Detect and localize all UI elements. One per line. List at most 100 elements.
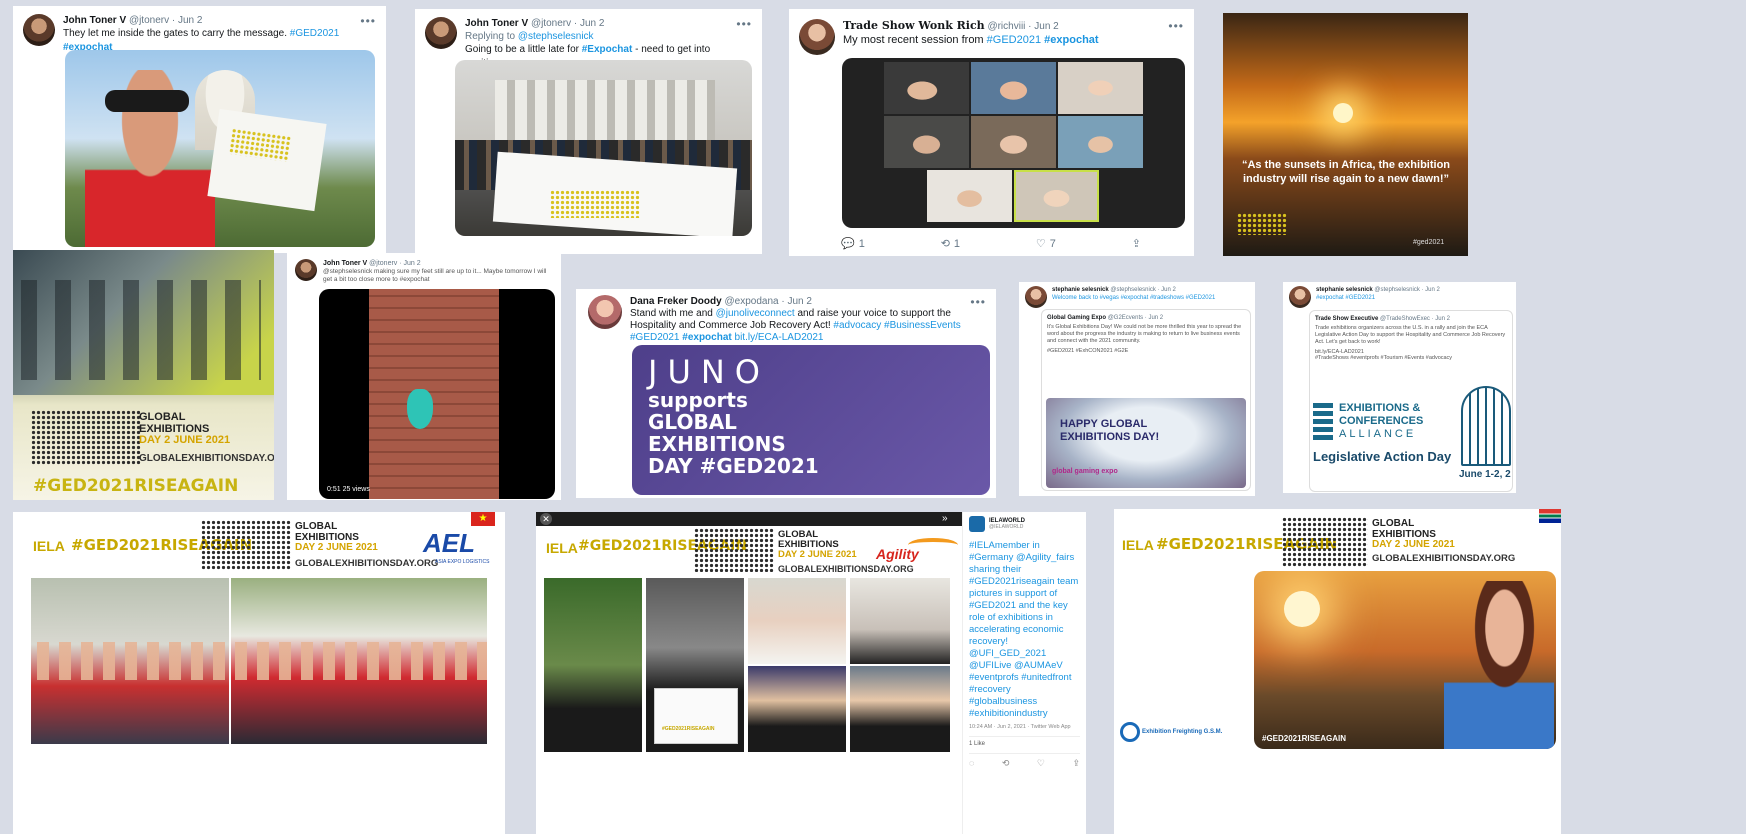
woman-silhouette bbox=[1444, 581, 1554, 749]
replying-to: Replying to @stephselesnick bbox=[465, 31, 594, 42]
like-icon[interactable]: ♡ bbox=[1037, 758, 1045, 769]
tweet-card-zoom-session[interactable]: Trade Show Wonk Rich @richviii · Jun 2 M… bbox=[789, 9, 1194, 256]
author-handle[interactable]: @jtonerv bbox=[369, 260, 397, 267]
team-photo bbox=[544, 578, 642, 752]
retweet-button[interactable]: ⟲ 1 bbox=[941, 237, 960, 251]
iela-logo: IELA bbox=[33, 538, 65, 554]
mention-link[interactable]: @stephselesnick bbox=[518, 31, 594, 42]
hashtag-link[interactable]: #advocacy #BusinessEvents bbox=[833, 320, 960, 331]
tweet-text: #IELAmember in #Germany @Agility_fairs s… bbox=[969, 540, 1079, 719]
share-icon[interactable]: ⇪ bbox=[1072, 758, 1080, 769]
video-tile-active bbox=[1014, 170, 1099, 222]
quoted-tags: #TradeShows #eventprofs #Tourism #Events… bbox=[1315, 355, 1453, 361]
quoted-author[interactable]: Global Gaming Expo bbox=[1047, 315, 1106, 321]
capitol-icon bbox=[1461, 386, 1511, 466]
tweet-video[interactable]: 0:51 25 views bbox=[319, 289, 555, 499]
reply-icon[interactable]: ◌ bbox=[969, 758, 974, 769]
tweet-card-supreme-court[interactable]: John Toner V @jtonerv · Jun 2 Replying t… bbox=[415, 9, 762, 254]
avatar[interactable] bbox=[425, 17, 457, 49]
tweet-link[interactable]: bit.ly/ECA-LAD2021 bbox=[735, 332, 824, 343]
more-options-icon[interactable]: ••• bbox=[736, 17, 752, 31]
ael-logo-sub: ASIA EXPO LOGISTICS bbox=[435, 559, 490, 565]
like-button[interactable]: ♡ 7 bbox=[1036, 237, 1056, 251]
tweet-card-g2e[interactable]: stephanie selesnick @stephselesnick · Ju… bbox=[1019, 282, 1255, 496]
photo-hashtag: #GED2021RISEAGAIN bbox=[1262, 734, 1347, 743]
avatar[interactable] bbox=[799, 19, 835, 55]
agility-germany-card[interactable]: ✕ » IELA #GED2021RISEAGAIN GLOBAL EXHIBI… bbox=[536, 512, 1086, 834]
mention-link[interactable]: @junoliveconnect bbox=[716, 308, 795, 319]
hashtag-link[interactable]: #expochat bbox=[682, 332, 731, 343]
author-name[interactable]: stephanie selesnick bbox=[1316, 287, 1373, 293]
close-icon[interactable]: ✕ bbox=[540, 513, 552, 525]
iela-avatar[interactable] bbox=[969, 516, 985, 532]
more-options-icon[interactable]: ••• bbox=[970, 295, 986, 309]
video-tile bbox=[971, 62, 1056, 114]
tweet-card-video[interactable]: John Toner V @jtonerv · Jun 2 @stephsele… bbox=[287, 253, 561, 500]
ged-paper bbox=[207, 108, 327, 212]
iela-tweet-panel[interactable]: IELAWORLD @IELAWORLD #IELAmember in #Ger… bbox=[962, 512, 1086, 834]
quoted-author[interactable]: Trade Show Executive bbox=[1315, 316, 1378, 322]
share-icon[interactable]: ⇪ bbox=[1132, 237, 1141, 250]
author-handle[interactable]: @jtonerv bbox=[129, 15, 169, 26]
retweet-icon[interactable]: ⟲ bbox=[1002, 758, 1010, 769]
ged-sign bbox=[654, 688, 738, 744]
author-handle[interactable]: @expodana bbox=[724, 296, 778, 307]
tweet-card-juno[interactable]: Dana Freker Doody @expodana · Jun 2 Stan… bbox=[576, 289, 996, 498]
reply-button[interactable]: 💬 1 bbox=[841, 237, 865, 251]
more-options-icon[interactable]: ••• bbox=[360, 14, 376, 28]
team-photo bbox=[850, 666, 950, 752]
event-title: Legislative Action Day bbox=[1313, 449, 1452, 464]
iela-logo: IELA bbox=[1122, 537, 1154, 553]
hashtag-link[interactable]: #GED2021 bbox=[290, 28, 339, 39]
zoom-screenshot[interactable] bbox=[842, 58, 1185, 228]
tweet-photo[interactable] bbox=[65, 50, 375, 247]
author-name[interactable]: Dana Freker Doody bbox=[630, 296, 722, 307]
author-handle[interactable]: @richviii bbox=[987, 21, 1025, 32]
ged-world-map bbox=[694, 528, 774, 572]
sun bbox=[1333, 103, 1353, 123]
eca-logo-text: EXHIBITIONS & CONFERENCES ALLIANCE bbox=[1339, 402, 1424, 440]
hashtag-link[interactable]: #GED2021 bbox=[987, 34, 1041, 46]
quoted-text: Trade exhibitions organizers across the … bbox=[1315, 325, 1506, 345]
ged-url: GLOBALEXHIBITIONSDAY.ORG bbox=[139, 453, 274, 464]
author-name[interactable]: John Toner V bbox=[323, 260, 367, 267]
tweet-text: Welcome back to #vegas #expochat #trades… bbox=[1052, 295, 1216, 301]
quoted-tweet[interactable]: Global Gaming Expo @G2Ecvents · Jun 2 It… bbox=[1041, 309, 1251, 491]
ged-world-map bbox=[201, 520, 291, 570]
tweet-card-capitol[interactable]: John Toner V @jtonerv · Jun 2 They let m… bbox=[13, 6, 386, 253]
tweet-photo[interactable] bbox=[455, 60, 752, 236]
tweet-text: Stand with me and @junoliveconnect and r… bbox=[630, 308, 961, 343]
avatar[interactable] bbox=[295, 259, 317, 281]
egs-logo-mark bbox=[1120, 722, 1140, 742]
aei-vietnam-card[interactable]: ★ IELA #GED2021RISEAGAIN GLOBAL EXHIBITI… bbox=[13, 512, 505, 834]
expand-icon[interactable]: » bbox=[942, 513, 948, 524]
author-handle[interactable]: @jtonerv bbox=[531, 18, 571, 29]
avatar[interactable] bbox=[1289, 286, 1311, 308]
avatar[interactable] bbox=[588, 295, 622, 329]
ged-title: GLOBAL EXHIBITIONS DAY 2 JUNE 2021 bbox=[139, 411, 231, 447]
video-tile bbox=[971, 116, 1056, 168]
team-photo bbox=[748, 666, 846, 752]
more-options-icon[interactable]: ••• bbox=[1168, 19, 1184, 33]
sunset-quote-card[interactable]: “As the sunsets in Africa, the exhibitio… bbox=[1223, 13, 1468, 256]
video-tile bbox=[1058, 62, 1143, 114]
hashtag-link[interactable]: #expochat bbox=[1044, 34, 1098, 46]
hashtag-link[interactable]: #GED2021 bbox=[630, 332, 679, 343]
avatar[interactable] bbox=[23, 14, 55, 46]
ged-riseagain-card[interactable]: GLOBAL EXHIBITIONS DAY 2 JUNE 2021 GLOBA… bbox=[13, 250, 274, 500]
tweet-card-eca[interactable]: stephanie selesnick @stephselesnick · Ju… bbox=[1283, 282, 1516, 493]
author-name[interactable]: Trade Show Wonk Rich bbox=[843, 19, 985, 32]
author-name[interactable]: stephanie selesnick bbox=[1052, 287, 1109, 293]
author-name[interactable]: John Toner V bbox=[63, 15, 126, 26]
hashtag-link[interactable]: #Expochat bbox=[582, 44, 633, 55]
author-name[interactable]: John Toner V bbox=[465, 18, 528, 29]
people-silhouettes bbox=[21, 280, 261, 380]
banner-text: HAPPY GLOBAL EXHIBITIONS DAY! bbox=[1060, 418, 1160, 443]
avatar[interactable] bbox=[1025, 286, 1047, 308]
juno-banner[interactable]: JUNO supports GLOBAL EXHBITIONS DAY #GED… bbox=[632, 345, 990, 495]
sneaker bbox=[407, 389, 433, 429]
author-handle[interactable]: @IELAWORLD bbox=[989, 524, 1025, 530]
ged-title: GLOBAL EXHIBITIONS DAY 2 JUNE 2021 bbox=[1372, 518, 1455, 550]
ged-world-map bbox=[1237, 213, 1287, 235]
egs-southafrica-card[interactable]: IELA #GED2021RISEAGAIN GLOBAL EXHIBITION… bbox=[1114, 509, 1561, 834]
